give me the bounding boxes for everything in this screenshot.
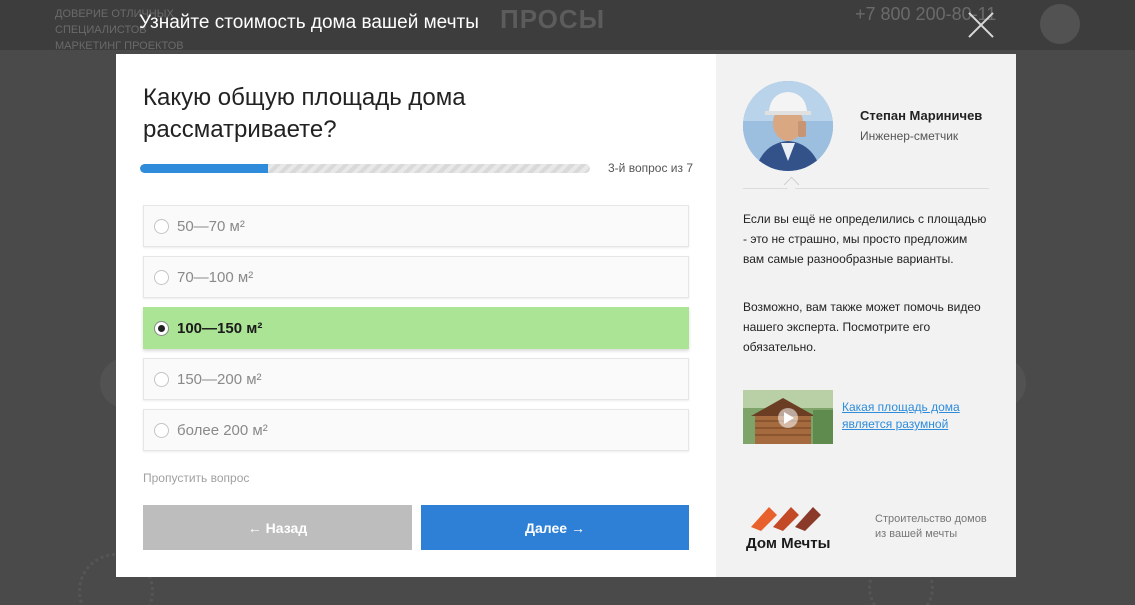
progress-text: 3-й вопрос из 7 (608, 161, 694, 175)
answer-option-label: более 200 м² (177, 421, 268, 439)
brand-name: Дом Мечты (746, 535, 831, 552)
progress-bar (140, 164, 590, 173)
answer-option[interactable]: 70—100 м² (143, 256, 689, 298)
answer-options: 50—70 м² 70—100 м² 100—150 м² 150—200 м²… (143, 205, 689, 460)
answer-option-label: 100—150 м² (177, 319, 263, 337)
radio-icon[interactable] (154, 269, 169, 285)
brand-roof-icon (751, 507, 821, 531)
video-link[interactable]: Какая площадь дома является разумной (842, 399, 982, 433)
expert-panel: Степан Мариничев Инженер-сметчик Если вы… (716, 54, 1016, 577)
progress-fill (140, 164, 269, 173)
background-logo: ПРОСЫ (500, 4, 606, 34)
quiz-modal: Какую общую площадь дома рассматриваете?… (116, 54, 1016, 577)
next-button[interactable]: Далее → (421, 505, 689, 550)
background-circle-top-right (1040, 4, 1080, 44)
close-icon[interactable] (966, 10, 996, 40)
answer-option-label: 70—100 м² (177, 268, 254, 286)
expert-name: Степан Мариничев (860, 108, 983, 123)
radio-icon[interactable] (154, 218, 169, 234)
answer-option[interactable]: более 200 м² (143, 409, 689, 451)
video-thumbnail[interactable] (743, 390, 833, 444)
answer-option-label: 50—70 м² (177, 217, 245, 235)
quiz-panel: Какую общую площадь дома рассматриваете?… (116, 54, 716, 577)
question-title: Какую общую площадь дома рассматриваете? (143, 84, 466, 143)
radio-icon[interactable] (154, 371, 169, 387)
back-button[interactable]: ← Назад (143, 505, 412, 550)
expert-paragraph: Если вы ещё не определились с площадью -… (743, 212, 987, 266)
answer-option[interactable]: 150—200 м² (143, 358, 689, 400)
answer-option[interactable]: 100—150 м² (143, 307, 689, 349)
skip-question-link[interactable]: Пропустить вопрос (143, 471, 249, 485)
house-video-icon (743, 390, 833, 444)
answer-option[interactable]: 50—70 м² (143, 205, 689, 247)
modal-title: Узнайте стоимость дома вашей мечты (139, 12, 479, 33)
radio-icon[interactable] (154, 320, 169, 336)
radio-icon[interactable] (154, 422, 169, 438)
expert-avatar (743, 81, 833, 171)
expert-role: Инженер-сметчик (860, 129, 959, 143)
brand-tagline: Строительство домов из вашей мечты (875, 513, 987, 540)
speech-pointer (783, 176, 800, 193)
answer-option-label: 150—200 м² (177, 370, 262, 388)
engineer-photo-icon (743, 81, 833, 171)
divider (743, 188, 989, 189)
expert-paragraph: Возможно, вам также может помочь видео н… (743, 300, 981, 354)
